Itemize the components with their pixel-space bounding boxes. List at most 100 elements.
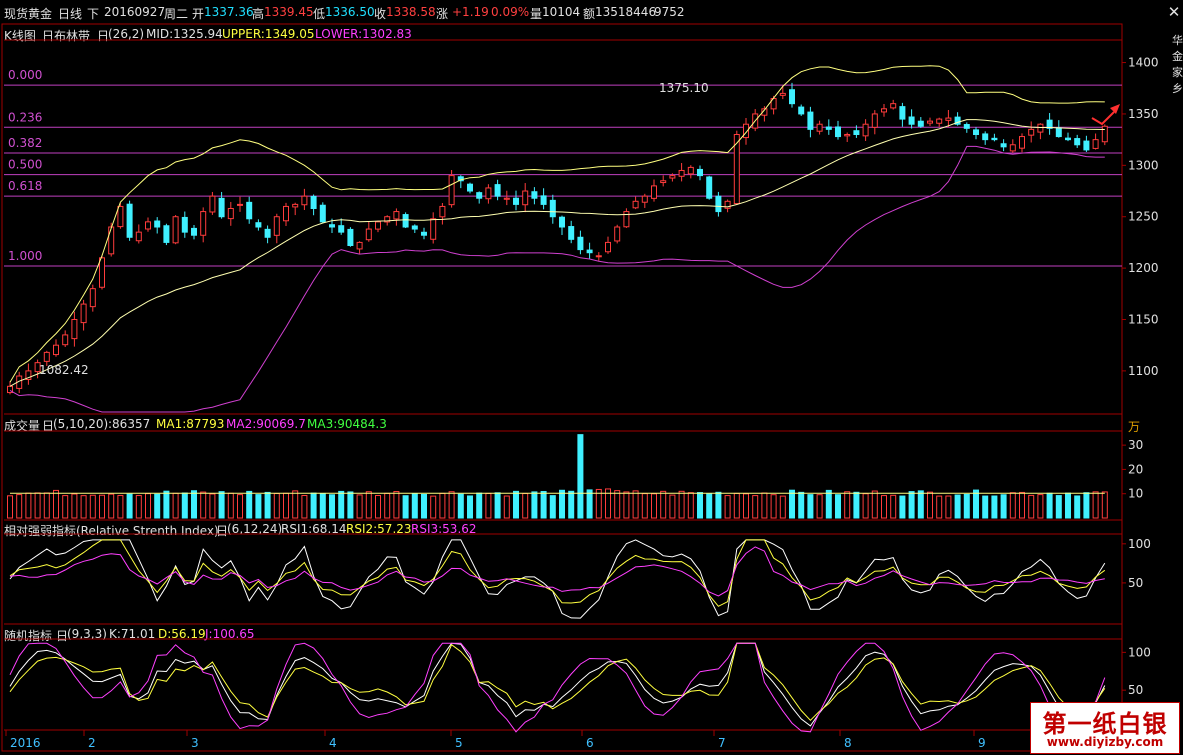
volume-bar [522, 493, 529, 519]
volume-bar [108, 493, 115, 519]
volume-bar [34, 492, 41, 519]
volume-bar [1019, 491, 1025, 519]
candle-body [430, 218, 437, 240]
volume-bar [227, 492, 234, 519]
month-label: 7 [718, 736, 726, 750]
candle-body [108, 226, 115, 255]
volume-bar [945, 495, 952, 519]
candle-body [467, 183, 473, 192]
volume-bar [430, 495, 437, 519]
kdj-tick-label: 50 [1128, 683, 1143, 697]
candle-body [623, 211, 630, 228]
volume-bar [586, 489, 593, 519]
candle-body [798, 106, 805, 115]
volume-bar [908, 491, 915, 519]
volume-bar [99, 494, 105, 519]
candle-body [890, 103, 897, 109]
fib-label: 0.000 [8, 68, 42, 82]
volume-bar [715, 491, 722, 519]
month-label: 9 [978, 736, 986, 750]
volume-bar [632, 490, 639, 519]
candle-body [651, 185, 657, 199]
candle-body [899, 106, 906, 120]
volume-bar [356, 494, 363, 519]
candle-body [218, 197, 225, 218]
candle-body [319, 204, 326, 223]
candle-body [181, 216, 188, 233]
candle-body [154, 220, 161, 228]
candle-body [191, 227, 197, 236]
volume-bar [697, 492, 703, 519]
volume-bar [494, 492, 501, 519]
candle-body [697, 168, 703, 177]
candle-body [237, 203, 243, 206]
candle-body [945, 117, 952, 121]
volume-bar [1092, 491, 1099, 519]
kdj-tick-label: 100 [1128, 645, 1151, 659]
month-label: 2 [88, 736, 96, 750]
volume-bar [779, 495, 786, 519]
volume-bar [991, 495, 998, 519]
volume-bar [25, 492, 32, 519]
volume-bar [402, 495, 409, 519]
chart-canvas[interactable]: 1400 1350 1300 1250 1200 1150 1100 0.000 0.236 0.… [0, 0, 1183, 755]
volume-bar [393, 491, 400, 519]
candle-body [53, 344, 59, 356]
candle-body [991, 137, 998, 141]
candle-body [715, 195, 722, 213]
candle-body [1055, 127, 1062, 138]
candle-body [963, 124, 970, 129]
candle-body [660, 180, 667, 184]
candle-body [301, 195, 308, 206]
volume-bar [273, 493, 280, 519]
price-tick-label: 1250 [1128, 210, 1159, 224]
candle-body [936, 118, 943, 124]
candle-body [706, 176, 713, 199]
volume-bar [485, 492, 492, 519]
candle-body [200, 211, 207, 236]
candle-body [568, 226, 575, 240]
kdj-j-line [9, 642, 1106, 733]
candle-body [402, 214, 409, 228]
price-tick-label: 1100 [1128, 364, 1159, 378]
volume-bar [237, 494, 243, 519]
volume-bar [1083, 492, 1090, 519]
volume-bar [255, 494, 262, 519]
candle-body [329, 224, 335, 228]
volume-bar [1055, 495, 1062, 519]
volume-bar [163, 490, 170, 519]
candle-body [1101, 125, 1108, 143]
boll-lower-line [9, 145, 1105, 413]
candle-body [669, 175, 676, 179]
volume-bar [411, 493, 418, 519]
chart-border [1, 23, 1123, 752]
high-annotation: 1375.10 [659, 81, 709, 95]
month-label: 5 [455, 736, 463, 750]
candle-body [310, 195, 317, 210]
price-tick-label: 1400 [1128, 56, 1159, 70]
candle-body [393, 211, 400, 220]
fib-label: 0.382 [8, 136, 42, 150]
volume-unit: 万 [1128, 420, 1140, 434]
candle-body [881, 108, 887, 113]
volume-bar [329, 494, 335, 519]
candle-body [347, 228, 354, 246]
candle-body [80, 303, 87, 324]
volume-bar [954, 494, 961, 519]
volume-bar [1000, 494, 1007, 519]
volume-bar [283, 492, 289, 519]
candle-body [917, 120, 924, 127]
fib-label: 0.618 [8, 179, 42, 193]
volume-bar [844, 491, 851, 519]
volume-bar [881, 495, 887, 519]
month-label: 4 [329, 736, 337, 750]
volume-bar [1074, 495, 1081, 519]
month-label: 3 [191, 736, 199, 750]
volume-bar [743, 493, 749, 519]
candle-body [43, 351, 50, 362]
volume-bar [687, 492, 694, 519]
candle-body [586, 249, 593, 254]
volume-bar [347, 491, 354, 519]
volume-bar [181, 492, 188, 519]
candle-body [209, 195, 216, 213]
